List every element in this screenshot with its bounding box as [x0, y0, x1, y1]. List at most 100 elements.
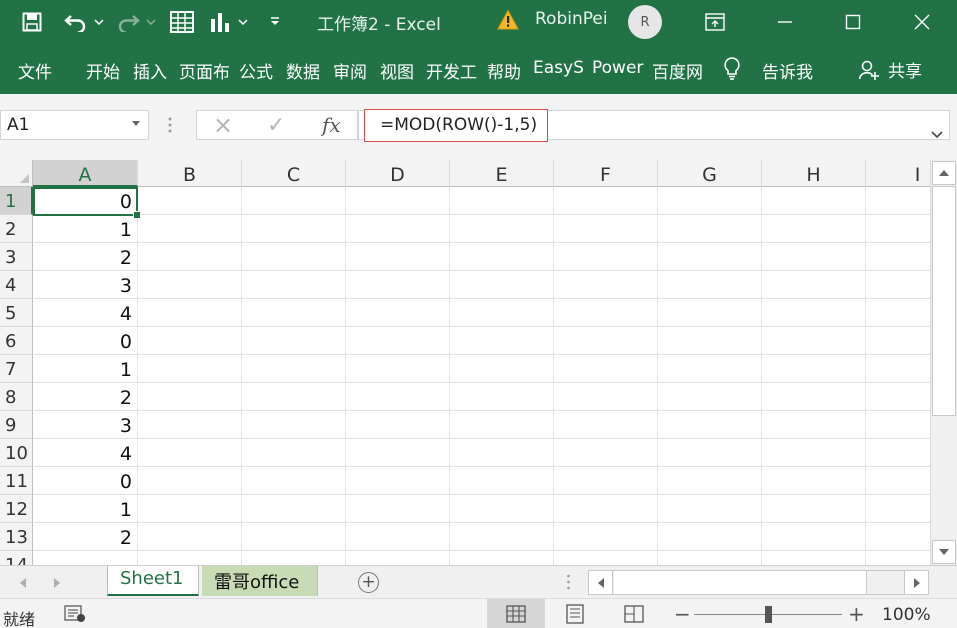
cell-empty[interactable]: [138, 215, 242, 243]
cell-a[interactable]: 2: [33, 383, 138, 411]
zoom-slider-thumb[interactable]: [765, 606, 772, 623]
maximize-icon[interactable]: [838, 7, 868, 37]
cell-empty[interactable]: [554, 215, 658, 243]
insert-function-icon[interactable]: fx: [322, 113, 341, 137]
row-header[interactable]: 2: [0, 215, 33, 243]
share-button[interactable]: 共享: [858, 57, 922, 82]
column-header[interactable]: D: [346, 160, 450, 187]
redo-icon[interactable]: [114, 7, 142, 37]
redo-dropdown-icon[interactable]: [144, 7, 158, 37]
cell-empty[interactable]: [138, 523, 242, 551]
cancel-entry-icon[interactable]: ×: [213, 111, 233, 139]
cell-empty[interactable]: [346, 383, 450, 411]
cell-empty[interactable]: [242, 215, 346, 243]
cell-empty[interactable]: [450, 327, 554, 355]
chart-icon[interactable]: [206, 7, 234, 37]
row-header[interactable]: 9: [0, 411, 33, 439]
cell-empty[interactable]: [346, 215, 450, 243]
cell-empty[interactable]: [242, 187, 346, 215]
cell-empty[interactable]: [658, 411, 762, 439]
cell-empty[interactable]: [762, 355, 866, 383]
cell-empty[interactable]: [762, 243, 866, 271]
cell-empty[interactable]: [658, 243, 762, 271]
column-header[interactable]: G: [658, 160, 762, 187]
expand-formula-bar-icon[interactable]: [931, 124, 943, 143]
tab-file[interactable]: 文件: [18, 58, 54, 83]
cell-empty[interactable]: [658, 327, 762, 355]
cell-empty[interactable]: [866, 243, 930, 271]
scroll-down-icon[interactable]: [932, 540, 956, 564]
cell-empty[interactable]: [138, 187, 242, 215]
tab-page-layout[interactable]: 页面布: [179, 58, 230, 83]
cell-empty[interactable]: [762, 215, 866, 243]
cell-empty[interactable]: [658, 355, 762, 383]
cell-empty[interactable]: [138, 243, 242, 271]
tab-view[interactable]: 视图: [380, 58, 416, 83]
cell-empty[interactable]: [242, 355, 346, 383]
cell-empty[interactable]: [450, 467, 554, 495]
cell-empty[interactable]: [866, 411, 930, 439]
cell-empty[interactable]: [554, 299, 658, 327]
cell-empty[interactable]: [866, 551, 930, 565]
confirm-entry-icon[interactable]: ✓: [267, 113, 285, 138]
column-header[interactable]: F: [554, 160, 658, 187]
zoom-in-button[interactable]: +: [848, 602, 865, 626]
cell-empty[interactable]: [450, 243, 554, 271]
cell-empty[interactable]: [762, 523, 866, 551]
tab-scroll-splitter[interactable]: [567, 573, 570, 591]
cell-empty[interactable]: [658, 551, 762, 565]
row-header[interactable]: 13: [0, 523, 33, 551]
vertical-scroll-thumb[interactable]: [932, 186, 956, 416]
cell-empty[interactable]: [658, 467, 762, 495]
lightbulb-icon[interactable]: [722, 56, 744, 85]
cell-empty[interactable]: [866, 523, 930, 551]
column-header[interactable]: A: [33, 160, 138, 187]
tab-home[interactable]: 开始: [86, 58, 122, 83]
cell-empty[interactable]: [554, 523, 658, 551]
tab-help[interactable]: 帮助: [487, 58, 523, 83]
column-header[interactable]: B: [138, 160, 242, 187]
cell-empty[interactable]: [866, 327, 930, 355]
save-icon[interactable]: [18, 7, 46, 37]
cell-empty[interactable]: [554, 327, 658, 355]
formula-bar-resize-handle[interactable]: [168, 116, 172, 134]
tab-baidu-netdisk[interactable]: 百度网: [652, 58, 706, 83]
cell-empty[interactable]: [346, 411, 450, 439]
cell-empty[interactable]: [866, 439, 930, 467]
cell-empty[interactable]: [242, 327, 346, 355]
cell-a[interactable]: 1: [33, 215, 138, 243]
tab-insert[interactable]: 插入: [133, 58, 169, 83]
cell-empty[interactable]: [866, 215, 930, 243]
cell-empty[interactable]: [450, 411, 554, 439]
worksheet-grid[interactable]: A B C D E F G H I 1 0 2 1 3 2 4 3 5 4 6 0 7 1 8 2 9 3 10 4 1…: [0, 160, 930, 565]
cell-empty[interactable]: [242, 271, 346, 299]
cell-empty[interactable]: [554, 355, 658, 383]
cell-empty[interactable]: [138, 355, 242, 383]
tell-me-search[interactable]: 告诉我: [762, 58, 822, 83]
cell-a[interactable]: 2: [33, 243, 138, 271]
cell-empty[interactable]: [866, 383, 930, 411]
cell-empty[interactable]: [658, 187, 762, 215]
row-header[interactable]: 8: [0, 383, 33, 411]
sheet-tab-leige-office[interactable]: 雷哥office: [202, 566, 318, 596]
cell-empty[interactable]: [762, 271, 866, 299]
normal-view-icon[interactable]: [487, 599, 545, 628]
cell-empty[interactable]: [554, 243, 658, 271]
cell-empty[interactable]: [450, 299, 554, 327]
cell-empty[interactable]: [138, 467, 242, 495]
tab-formulas[interactable]: 公式: [239, 58, 275, 83]
cell-empty[interactable]: [762, 411, 866, 439]
cell-a[interactable]: 1: [33, 495, 138, 523]
row-header[interactable]: 4: [0, 271, 33, 299]
tab-data[interactable]: 数据: [286, 58, 322, 83]
cell-empty[interactable]: [450, 187, 554, 215]
cell-empty[interactable]: [450, 551, 554, 565]
cell-empty[interactable]: [346, 299, 450, 327]
horizontal-scroll-thumb[interactable]: [614, 571, 867, 594]
ribbon-display-options-icon[interactable]: [700, 7, 730, 37]
cell-a[interactable]: 0: [33, 327, 138, 355]
name-box-dropdown-icon[interactable]: [132, 121, 140, 126]
cell-empty[interactable]: [450, 271, 554, 299]
user-avatar[interactable]: R: [628, 5, 662, 39]
cell-empty[interactable]: [138, 299, 242, 327]
